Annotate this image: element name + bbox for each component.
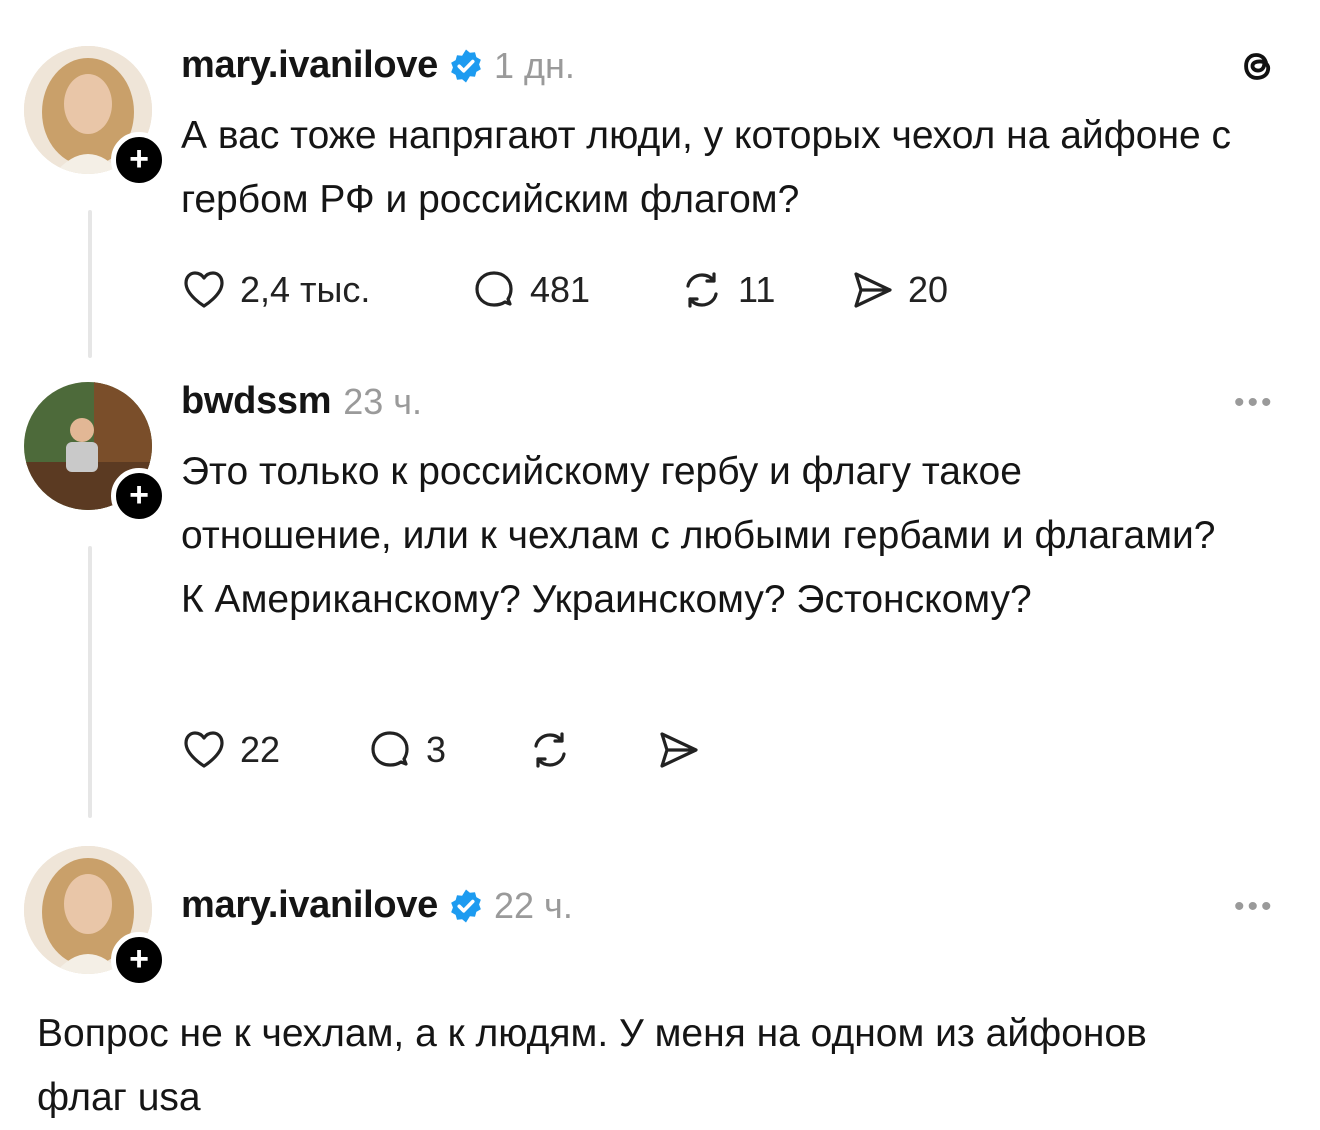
send-icon <box>854 272 892 308</box>
verified-badge-icon <box>451 49 481 82</box>
post-text: Вопрос не к чехлам, а к людям. У меня на… <box>37 1012 1147 1119</box>
repost-icon <box>686 272 718 308</box>
username[interactable]: mary.ivanilove <box>181 884 438 927</box>
comment-icon <box>475 271 513 307</box>
share-button[interactable]: 20 <box>848 266 948 314</box>
comment-button[interactable]: 481 <box>470 266 590 314</box>
follow-plus-button[interactable]: + <box>111 468 167 524</box>
comment-count: 481 <box>530 269 591 310</box>
username[interactable]: bwdssm <box>181 380 332 423</box>
timestamp: 1 дн. <box>494 44 575 86</box>
like-button[interactable]: 2,4 тыс. <box>180 266 370 314</box>
heart-icon <box>184 731 224 768</box>
thread-line <box>88 210 92 358</box>
more-options-button[interactable]: ••• <box>1234 890 1275 924</box>
more-options-button[interactable]: ••• <box>1234 386 1275 420</box>
timestamp: 23 ч. <box>343 380 423 422</box>
comment-button[interactable]: 3 <box>366 726 446 774</box>
comment-icon <box>371 731 409 767</box>
share-count: 20 <box>908 269 949 310</box>
threads-logo-icon[interactable] <box>1236 44 1280 88</box>
repost-icon <box>534 732 566 768</box>
verified-badge-icon <box>451 889 481 922</box>
heart-icon <box>184 271 224 308</box>
repost-count: 11 <box>738 269 776 310</box>
timestamp: 22 ч. <box>494 884 573 926</box>
like-button[interactable]: 22 <box>180 726 280 774</box>
like-count: 22 <box>240 729 281 770</box>
like-count: 2,4 тыс. <box>240 269 371 310</box>
post-text: Это только к российскому гербу и флагу т… <box>181 450 1216 621</box>
post-text: А вас тоже напрягают люди, у которых чех… <box>181 114 1232 221</box>
send-icon <box>660 732 698 768</box>
repost-button[interactable]: 11 <box>678 266 775 314</box>
comment-count: 3 <box>426 729 447 770</box>
follow-plus-button[interactable]: + <box>111 132 167 188</box>
repost-button[interactable] <box>526 726 574 774</box>
username[interactable]: mary.ivanilove <box>181 44 438 87</box>
share-button[interactable] <box>654 726 702 774</box>
thread-line <box>88 546 92 818</box>
follow-plus-button[interactable]: + <box>111 932 167 988</box>
